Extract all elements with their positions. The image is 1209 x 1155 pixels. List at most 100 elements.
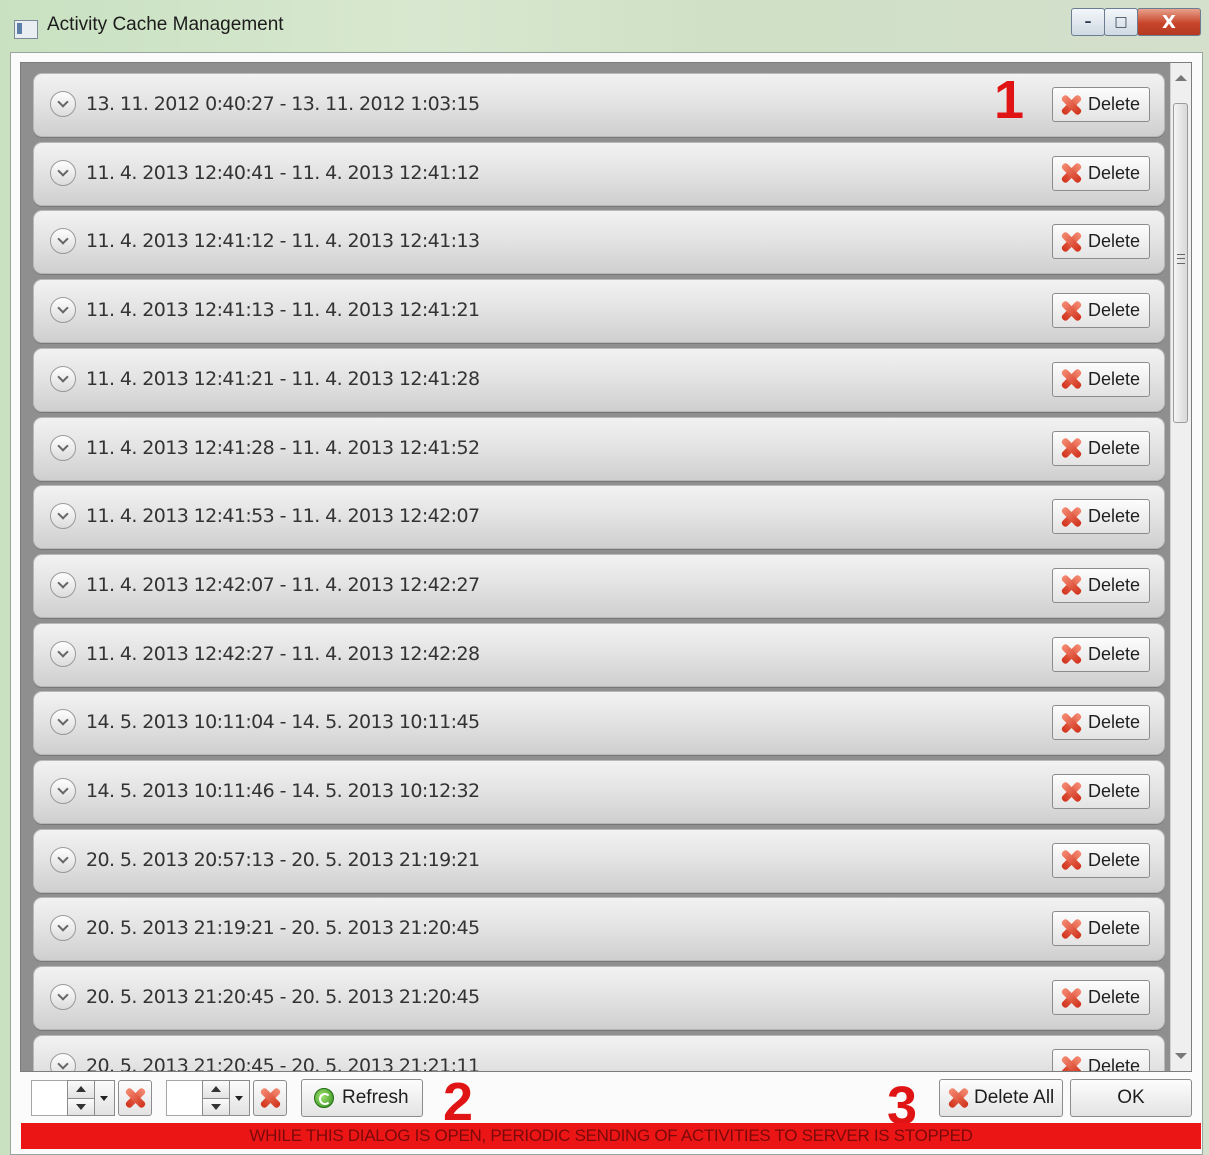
delete-button[interactable]: Delete bbox=[1052, 87, 1150, 122]
close-button[interactable]: X bbox=[1137, 8, 1201, 36]
expand-chevron-icon[interactable] bbox=[50, 640, 76, 667]
activity-row[interactable]: 20. 5. 2013 21:19:21 - 20. 5. 2013 21:20… bbox=[33, 897, 1165, 962]
delete-x-icon bbox=[1059, 299, 1083, 323]
expand-chevron-icon[interactable] bbox=[50, 228, 76, 255]
to-value-input[interactable] bbox=[166, 1080, 202, 1116]
delete-label: Delete bbox=[1088, 643, 1141, 664]
activity-row[interactable]: 11. 4. 2013 12:42:27 - 11. 4. 2013 12:42… bbox=[33, 622, 1165, 687]
vertical-scrollbar[interactable] bbox=[1170, 63, 1191, 1071]
activity-row[interactable]: 11. 4. 2013 12:42:07 - 11. 4. 2013 12:42… bbox=[33, 553, 1165, 618]
delete-button[interactable]: Delete bbox=[1052, 567, 1150, 603]
delete-label: Delete bbox=[1088, 918, 1141, 939]
to-increment-icon[interactable] bbox=[203, 1081, 229, 1099]
delete-button[interactable]: Delete bbox=[1052, 842, 1150, 878]
delete-button[interactable]: Delete bbox=[1052, 224, 1150, 260]
ok-label: OK bbox=[1117, 1087, 1145, 1108]
activity-time-range: 14. 5. 2013 10:11:46 - 14. 5. 2013 10:12… bbox=[86, 780, 480, 802]
annotation-1: 1 bbox=[994, 70, 1025, 130]
delete-x-icon bbox=[1059, 711, 1083, 735]
expand-chevron-icon[interactable] bbox=[50, 297, 76, 324]
maximize-button[interactable]: □ bbox=[1104, 8, 1138, 36]
expand-chevron-icon[interactable] bbox=[50, 365, 76, 392]
expand-chevron-icon[interactable] bbox=[50, 1052, 76, 1071]
refresh-button[interactable]: Refresh bbox=[301, 1079, 423, 1117]
activity-row[interactable]: 11. 4. 2013 12:41:21 - 11. 4. 2013 12:41… bbox=[33, 347, 1165, 412]
delete-button[interactable]: Delete bbox=[1052, 499, 1150, 535]
delete-x-icon bbox=[1059, 505, 1083, 529]
expand-chevron-icon[interactable] bbox=[50, 915, 76, 942]
delete-button[interactable]: Delete bbox=[1052, 430, 1150, 466]
from-value-input[interactable] bbox=[31, 1080, 67, 1116]
delete-button[interactable]: Delete bbox=[1052, 980, 1150, 1016]
delete-label: Delete bbox=[1088, 1055, 1141, 1071]
minimize-button[interactable]: – bbox=[1071, 8, 1105, 36]
from-clear-button[interactable] bbox=[118, 1080, 152, 1116]
expand-chevron-icon[interactable] bbox=[50, 846, 76, 873]
activity-time-range: 11. 4. 2013 12:42:07 - 11. 4. 2013 12:42… bbox=[86, 573, 480, 596]
delete-button[interactable]: Delete bbox=[1052, 293, 1150, 329]
delete-label: Delete bbox=[1088, 506, 1141, 527]
to-dropdown-icon[interactable] bbox=[230, 1080, 250, 1116]
activity-row[interactable]: 20. 5. 2013 20:57:13 - 20. 5. 2013 21:19… bbox=[33, 828, 1165, 893]
app-window-icon bbox=[14, 20, 38, 39]
title-bar[interactable]: Activity Cache Management – □ X bbox=[0, 0, 1209, 52]
expand-chevron-icon[interactable] bbox=[50, 434, 76, 461]
activity-row[interactable]: 11. 4. 2013 12:41:53 - 11. 4. 2013 12:42… bbox=[33, 485, 1165, 550]
delete-button[interactable]: Delete bbox=[1052, 774, 1150, 809]
to-spinner bbox=[202, 1080, 230, 1116]
dialog-client-area: 13. 11. 2012 0:40:27 - 13. 11. 2012 1:03… bbox=[10, 52, 1203, 1155]
caption-buttons: – □ X bbox=[1071, 8, 1201, 36]
activity-row[interactable]: 11. 4. 2013 12:40:41 - 11. 4. 2013 12:41… bbox=[33, 141, 1165, 206]
scroll-thumb[interactable] bbox=[1173, 103, 1188, 423]
activity-time-range: 20. 5. 2013 21:19:21 - 20. 5. 2013 21:20… bbox=[86, 917, 480, 940]
to-clear-button[interactable] bbox=[253, 1080, 287, 1116]
scroll-grip-icon bbox=[1177, 254, 1185, 264]
delete-button[interactable]: Delete bbox=[1052, 911, 1150, 947]
delete-all-label: Delete All bbox=[974, 1087, 1055, 1108]
activity-row[interactable]: 20. 5. 2013 21:20:45 - 20. 5. 2013 21:20… bbox=[33, 966, 1165, 1031]
to-decrement-icon[interactable] bbox=[203, 1098, 229, 1115]
activity-cache-window: Activity Cache Management – □ X 13. 11. … bbox=[0, 0, 1209, 1155]
delete-x-icon bbox=[1059, 573, 1083, 597]
delete-label: Delete bbox=[1088, 368, 1141, 389]
delete-all-button[interactable]: Delete All bbox=[939, 1079, 1063, 1117]
expand-chevron-icon[interactable] bbox=[50, 503, 76, 530]
expand-chevron-icon[interactable] bbox=[50, 571, 76, 598]
delete-label: Delete bbox=[1088, 987, 1141, 1008]
activity-row[interactable]: 14. 5. 2013 10:11:04 - 14. 5. 2013 10:11… bbox=[33, 691, 1165, 756]
delete-button[interactable]: Delete bbox=[1052, 361, 1150, 397]
activity-row[interactable]: 14. 5. 2013 10:11:46 - 14. 5. 2013 10:12… bbox=[33, 760, 1165, 824]
activity-row[interactable]: 20. 5. 2013 21:20:45 - 20. 5. 2013 21:21… bbox=[33, 1034, 1165, 1071]
delete-x-icon bbox=[1059, 642, 1083, 666]
delete-x-icon bbox=[1059, 1054, 1083, 1071]
from-decrement-icon[interactable] bbox=[68, 1098, 94, 1115]
ok-button[interactable]: OK bbox=[1070, 1079, 1192, 1117]
warning-banner: WHILE THIS DIALOG IS OPEN, PERIODIC SEND… bbox=[21, 1123, 1201, 1149]
from-increment-icon[interactable] bbox=[68, 1081, 94, 1099]
from-dropdown-icon[interactable] bbox=[95, 1080, 115, 1116]
delete-button[interactable]: Delete bbox=[1052, 155, 1150, 191]
expand-chevron-icon[interactable] bbox=[50, 159, 76, 186]
activity-time-range: 14. 5. 2013 10:11:04 - 14. 5. 2013 10:11… bbox=[86, 711, 480, 734]
activity-time-range: 20. 5. 2013 20:57:13 - 20. 5. 2013 21:19… bbox=[86, 848, 480, 871]
delete-button[interactable]: Delete bbox=[1052, 636, 1150, 672]
activity-row[interactable]: 11. 4. 2013 12:41:12 - 11. 4. 2013 12:41… bbox=[33, 210, 1165, 275]
refresh-icon bbox=[314, 1088, 334, 1108]
delete-x-icon bbox=[1059, 917, 1083, 941]
window-title: Activity Cache Management bbox=[47, 14, 284, 35]
expand-chevron-icon[interactable] bbox=[50, 91, 76, 117]
activity-time-range: 20. 5. 2013 21:20:45 - 20. 5. 2013 21:21… bbox=[86, 1054, 480, 1071]
expand-chevron-icon[interactable] bbox=[50, 778, 76, 804]
scroll-up-arrow-icon[interactable] bbox=[1175, 75, 1187, 81]
delete-label: Delete bbox=[1088, 231, 1141, 252]
activity-row[interactable]: 11. 4. 2013 12:41:13 - 11. 4. 2013 12:41… bbox=[33, 279, 1165, 344]
expand-chevron-icon[interactable] bbox=[50, 984, 76, 1011]
delete-button[interactable]: Delete bbox=[1052, 705, 1150, 741]
scroll-down-arrow-icon[interactable] bbox=[1175, 1053, 1187, 1059]
date-filter-to bbox=[166, 1079, 287, 1117]
activity-time-range: 11. 4. 2013 12:41:12 - 11. 4. 2013 12:41… bbox=[86, 230, 480, 253]
expand-chevron-icon[interactable] bbox=[50, 709, 76, 736]
activity-row[interactable]: 11. 4. 2013 12:41:28 - 11. 4. 2013 12:41… bbox=[33, 416, 1165, 481]
delete-button[interactable]: Delete bbox=[1052, 1048, 1150, 1071]
delete-label: Delete bbox=[1088, 849, 1141, 870]
